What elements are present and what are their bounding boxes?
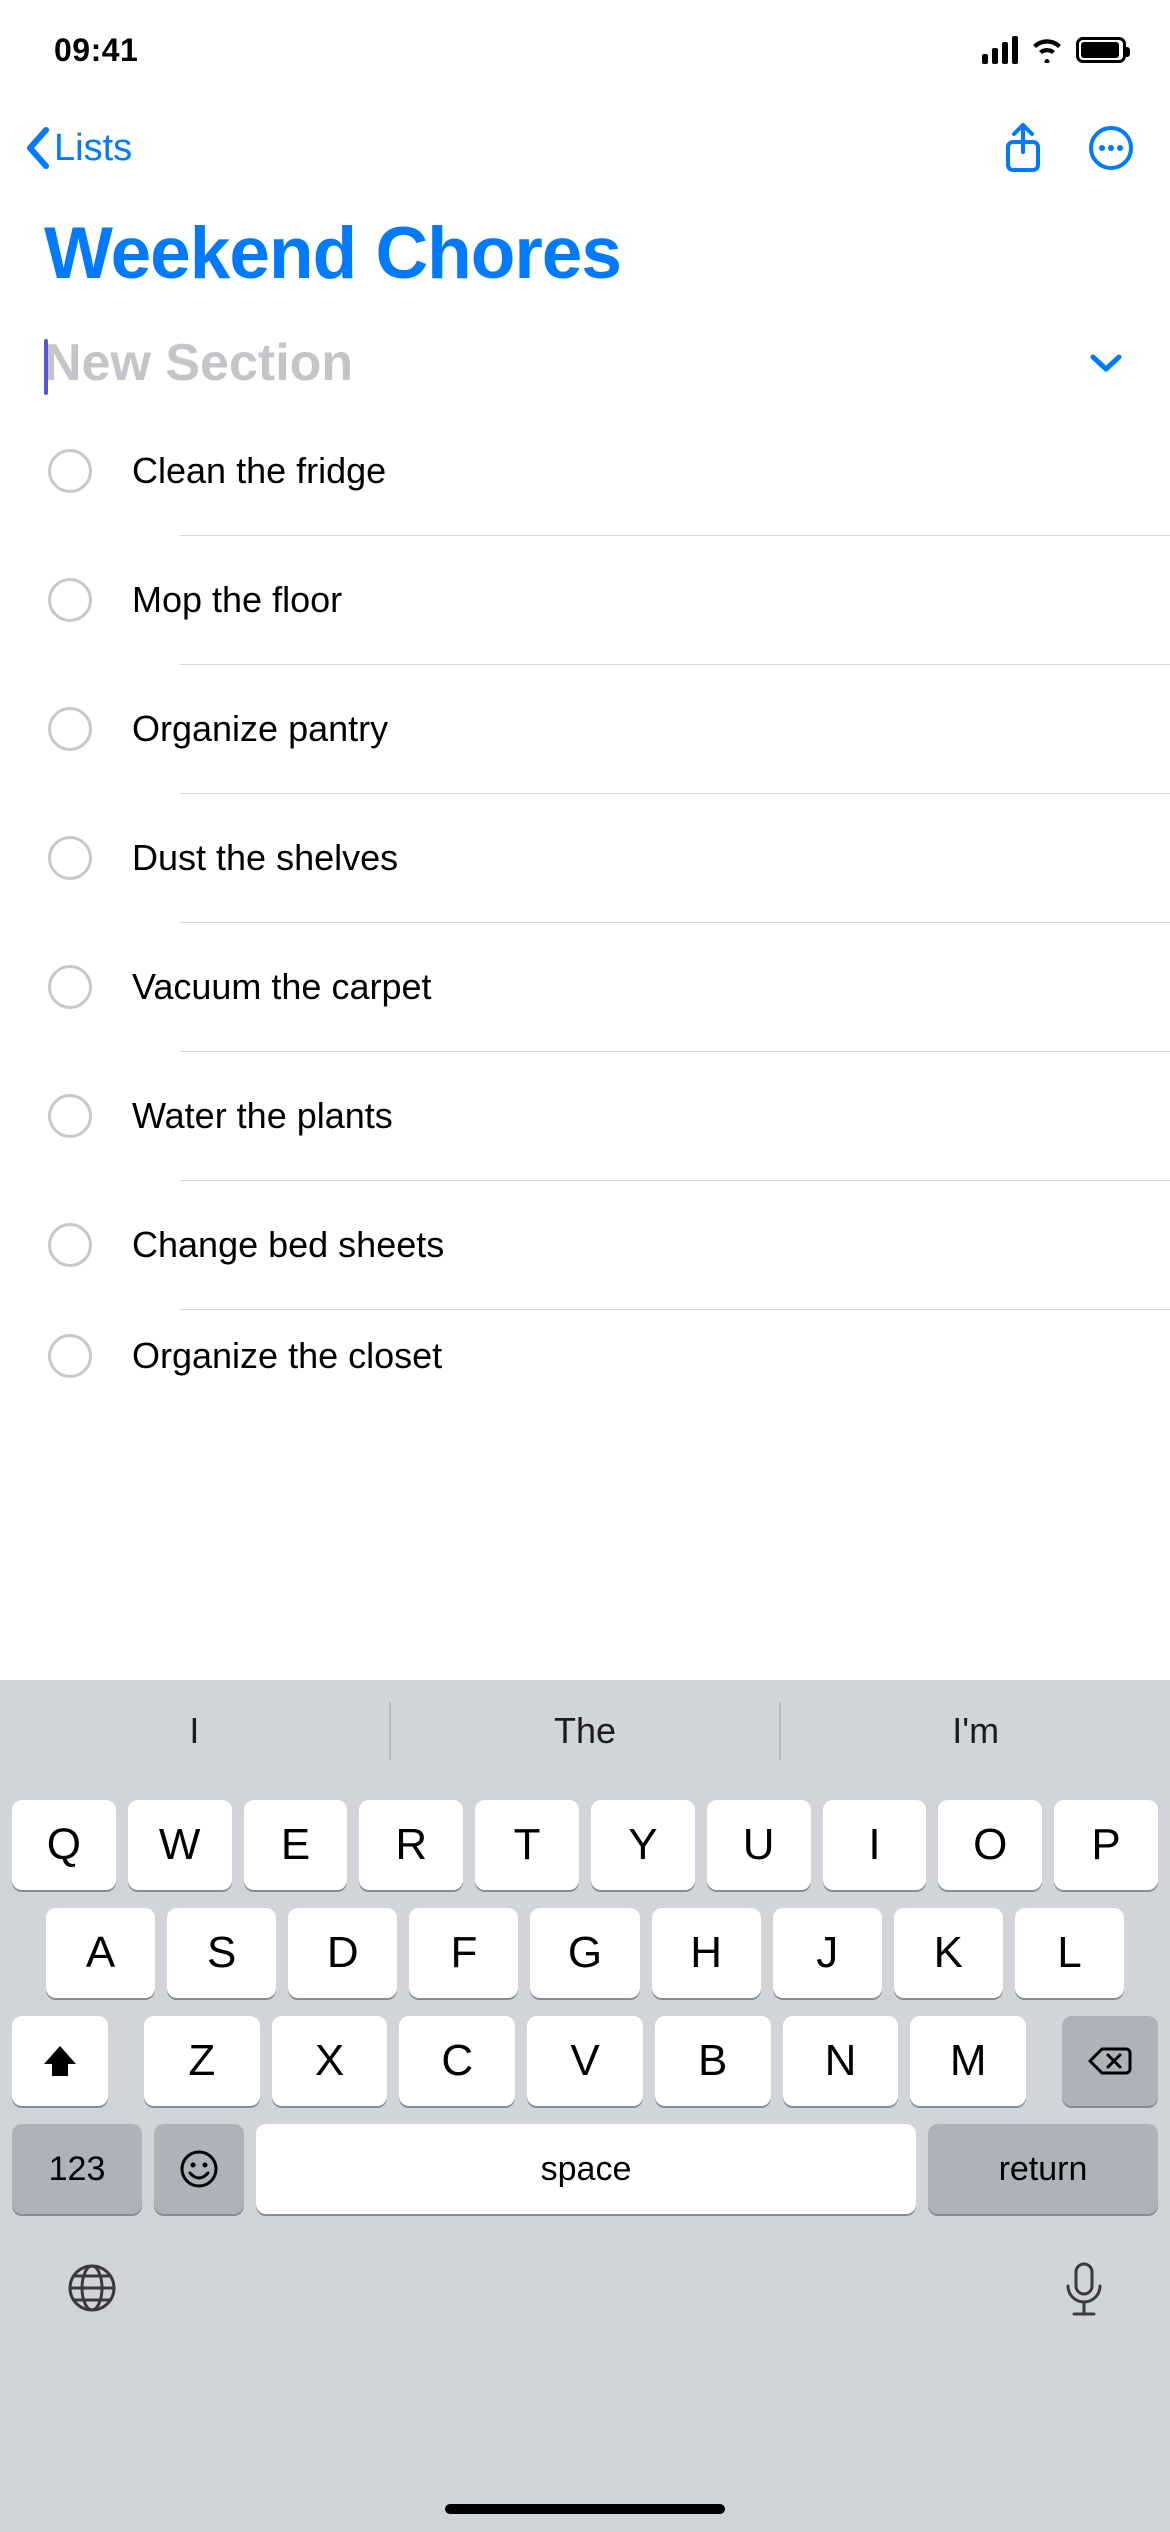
- key-t[interactable]: T: [475, 1800, 579, 1890]
- globe-icon: [64, 2260, 120, 2316]
- share-button[interactable]: [998, 123, 1048, 173]
- key-g[interactable]: G: [530, 1908, 639, 1998]
- complete-toggle[interactable]: [48, 578, 92, 622]
- home-indicator[interactable]: [445, 2504, 725, 2514]
- globe-button[interactable]: [64, 2260, 120, 2321]
- key-h[interactable]: H: [652, 1908, 761, 1998]
- keyboard: I The I'm Q W E R T Y U I O P A S D F G …: [0, 1680, 1170, 2532]
- suggestion[interactable]: The: [391, 1680, 780, 1782]
- key-m[interactable]: M: [910, 2016, 1026, 2106]
- key-j[interactable]: J: [773, 1908, 882, 1998]
- key-o[interactable]: O: [938, 1800, 1042, 1890]
- ellipsis-circle-icon: [1088, 125, 1134, 171]
- backspace-icon: [1088, 2045, 1132, 2077]
- complete-toggle[interactable]: [48, 1094, 92, 1138]
- list-item[interactable]: Mop the floor: [48, 536, 1170, 664]
- key-x[interactable]: X: [272, 2016, 388, 2106]
- share-icon: [1002, 122, 1044, 174]
- key-numbers[interactable]: 123: [12, 2124, 142, 2214]
- key-y[interactable]: Y: [591, 1800, 695, 1890]
- key-s[interactable]: S: [167, 1908, 276, 1998]
- key-u[interactable]: U: [707, 1800, 811, 1890]
- key-emoji[interactable]: [154, 2124, 244, 2214]
- key-q[interactable]: Q: [12, 1800, 116, 1890]
- key-shift[interactable]: [12, 2016, 108, 2106]
- status-bar: 09:41: [0, 0, 1170, 100]
- suggestion[interactable]: I: [0, 1680, 389, 1782]
- key-space[interactable]: space: [256, 2124, 916, 2214]
- status-time: 09:41: [54, 32, 138, 69]
- list-item[interactable]: Vacuum the carpet: [48, 923, 1170, 1051]
- key-r[interactable]: R: [359, 1800, 463, 1890]
- reminders-list: Clean the fridge Mop the floor Organize …: [0, 407, 1170, 1400]
- battery-icon: [1076, 37, 1126, 63]
- key-return[interactable]: return: [928, 2124, 1158, 2214]
- chevron-down-icon: [1089, 351, 1123, 375]
- key-p[interactable]: P: [1054, 1800, 1158, 1890]
- list-item[interactable]: Organize pantry: [48, 665, 1170, 793]
- key-backspace[interactable]: [1062, 2016, 1158, 2106]
- item-label: Clean the fridge: [132, 449, 1170, 492]
- shift-icon: [42, 2044, 78, 2078]
- complete-toggle[interactable]: [48, 1334, 92, 1378]
- nav-bar: Lists: [0, 100, 1170, 196]
- back-label: Lists: [54, 127, 132, 170]
- item-label: Organize pantry: [132, 707, 1170, 750]
- item-label: Change bed sheets: [132, 1223, 1170, 1266]
- complete-toggle[interactable]: [48, 707, 92, 751]
- complete-toggle[interactable]: [48, 965, 92, 1009]
- suggestion[interactable]: I'm: [781, 1680, 1170, 1782]
- chevron-left-icon: [18, 118, 58, 178]
- key-i[interactable]: I: [823, 1800, 927, 1890]
- list-item[interactable]: Change bed sheets: [48, 1181, 1170, 1309]
- page-title: Weekend Chores: [0, 196, 1170, 319]
- item-label: Mop the floor: [132, 578, 1170, 621]
- complete-toggle[interactable]: [48, 836, 92, 880]
- key-k[interactable]: K: [894, 1908, 1003, 1998]
- key-e[interactable]: E: [244, 1800, 348, 1890]
- list-item[interactable]: Water the plants: [48, 1052, 1170, 1180]
- section-name-input[interactable]: [44, 333, 1086, 393]
- item-label: Dust the shelves: [132, 836, 1170, 879]
- key-v[interactable]: V: [527, 2016, 643, 2106]
- keyboard-suggestions: I The I'm: [0, 1680, 1170, 1782]
- complete-toggle[interactable]: [48, 1223, 92, 1267]
- status-indicators: [982, 36, 1126, 64]
- item-label: Vacuum the carpet: [132, 965, 1170, 1008]
- list-item[interactable]: Dust the shelves: [48, 794, 1170, 922]
- key-w[interactable]: W: [128, 1800, 232, 1890]
- mic-icon: [1062, 2260, 1106, 2320]
- back-button[interactable]: Lists: [18, 118, 132, 178]
- wifi-icon: [1030, 37, 1064, 63]
- collapse-section-button[interactable]: [1086, 343, 1126, 383]
- item-label: Water the plants: [132, 1094, 1170, 1137]
- list-item[interactable]: Clean the fridge: [48, 407, 1170, 535]
- complete-toggle[interactable]: [48, 449, 92, 493]
- more-button[interactable]: [1086, 123, 1136, 173]
- key-c[interactable]: C: [399, 2016, 515, 2106]
- list-item[interactable]: Organize the closet: [48, 1310, 1170, 1400]
- item-label: Organize the closet: [132, 1334, 1170, 1377]
- key-b[interactable]: B: [655, 2016, 771, 2106]
- text-cursor: [44, 339, 48, 395]
- cellular-icon: [982, 36, 1018, 64]
- key-l[interactable]: L: [1015, 1908, 1124, 1998]
- emoji-icon: [179, 2149, 219, 2189]
- key-f[interactable]: F: [409, 1908, 518, 1998]
- key-n[interactable]: N: [783, 2016, 899, 2106]
- dictation-button[interactable]: [1062, 2260, 1106, 2325]
- key-a[interactable]: A: [46, 1908, 155, 1998]
- key-d[interactable]: D: [288, 1908, 397, 1998]
- key-z[interactable]: Z: [144, 2016, 260, 2106]
